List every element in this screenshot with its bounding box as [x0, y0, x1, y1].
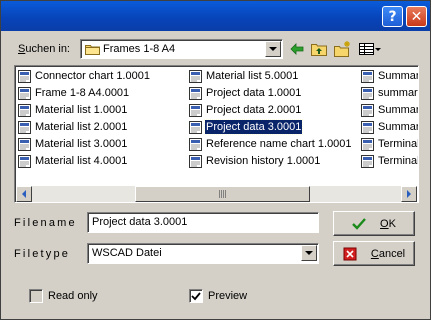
document-icon — [18, 86, 31, 100]
file-list-item[interactable]: summary — [361, 85, 419, 101]
filename-input[interactable]: Project data 3.0001 — [87, 212, 319, 233]
chevron-right-icon — [407, 190, 411, 198]
file-name: Material list 4.0001 — [35, 155, 128, 167]
file-name: Revision history 1.0001 — [206, 155, 321, 167]
file-name: Terminal — [378, 155, 419, 167]
document-icon — [189, 137, 202, 151]
document-icon — [189, 103, 202, 117]
view-menu-icon — [359, 43, 381, 55]
file-list-item[interactable]: Summary — [361, 119, 418, 135]
document-icon — [361, 69, 374, 83]
file-list-item[interactable]: Material list 4.0001 — [18, 153, 128, 169]
up-folder-button[interactable] — [309, 39, 329, 59]
scroll-thumb[interactable] — [135, 186, 310, 202]
file-name: Summary — [378, 70, 418, 82]
file-list-item[interactable]: Material list 2.0001 — [18, 119, 128, 135]
scroll-left-button[interactable] — [16, 186, 32, 202]
file-list-item[interactable]: Material list 3.0001 — [18, 136, 128, 152]
filename-label: Filename — [14, 217, 77, 229]
file-name: Material list 1.0001 — [35, 104, 128, 116]
title-bar: ? ✕ — [1, 1, 430, 31]
document-icon — [189, 120, 202, 134]
ok-button[interactable]: OK — [333, 211, 415, 236]
filetype-label: Filetype — [14, 248, 71, 260]
preview-label: Preview — [208, 290, 248, 302]
document-icon — [361, 86, 374, 100]
document-icon — [18, 120, 31, 134]
file-list-item[interactable]: Connector chart 1.0001 — [18, 68, 151, 84]
file-name: Material list 5.0001 — [206, 70, 299, 82]
new-folder-button[interactable] — [333, 39, 353, 59]
file-list-item[interactable]: Frame 1-8 A4.0001 — [18, 85, 130, 101]
document-icon — [361, 137, 374, 151]
file-name: Project data 1.0001 — [206, 87, 302, 99]
file-list-item[interactable]: Terminal — [361, 153, 419, 169]
close-button[interactable]: ✕ — [406, 6, 427, 27]
help-icon: ? — [388, 8, 397, 25]
file-name: Connector chart 1.0001 — [35, 70, 150, 82]
chevron-down-icon[interactable] — [301, 245, 317, 261]
cancel-label: Cancel — [370, 247, 406, 260]
file-list-item[interactable]: Material list 1.0001 — [18, 102, 128, 118]
file-list-item[interactable]: Reference name chart 1.0001 — [189, 136, 353, 152]
file-list[interactable]: Connector chart 1.0001 Frame 1-8 A4.0001 M… — [14, 65, 419, 203]
file-list-item[interactable]: Summary — [361, 68, 418, 84]
file-list-item[interactable]: Revision history 1.0001 — [189, 153, 321, 169]
document-icon — [18, 69, 31, 83]
file-name: Reference name chart 1.0001 — [206, 138, 352, 150]
file-name: Material list 3.0001 — [35, 138, 128, 150]
chevron-down-icon[interactable] — [265, 41, 281, 57]
ok-label: OK — [380, 217, 396, 230]
filetype-dropdown[interactable]: WSCAD Datei — [87, 243, 319, 264]
file-name: Project data 3.0001 — [203, 119, 304, 135]
back-arrow-icon — [290, 43, 304, 55]
file-list-item[interactable]: Terminal — [361, 136, 419, 152]
document-icon — [18, 154, 31, 168]
read-only-label: Read only — [48, 290, 98, 302]
cancel-button[interactable]: Cancel — [333, 241, 415, 266]
document-icon — [189, 86, 202, 100]
horizontal-scrollbar[interactable] — [16, 186, 417, 202]
document-icon — [189, 69, 202, 83]
cancel-icon — [343, 247, 357, 260]
file-list-item[interactable]: Project data 3.0001 — [189, 119, 304, 135]
file-name: Terminal — [378, 138, 419, 150]
help-button[interactable]: ? — [382, 6, 403, 27]
document-icon — [18, 103, 31, 117]
file-name: Summary — [378, 104, 418, 116]
grip-icon — [218, 190, 227, 198]
read-only-checkbox[interactable] — [29, 289, 43, 303]
look-in-value: Frames 1-8 A4 — [103, 43, 176, 55]
folder-icon — [85, 45, 100, 55]
file-list-item[interactable]: Project data 1.0001 — [189, 85, 302, 101]
file-list-item[interactable]: Material list 5.0001 — [189, 68, 299, 84]
document-icon — [361, 103, 374, 117]
close-icon: ✕ — [410, 8, 423, 25]
file-name: Summary — [378, 121, 418, 133]
preview-checkbox[interactable] — [189, 289, 203, 303]
open-file-dialog: ? ✕ Suchen in: Frames 1-8 A4 Connector c… — [0, 0, 431, 320]
file-list-item[interactable]: Project data 2.0001 — [189, 102, 302, 118]
document-icon — [361, 120, 374, 134]
file-name: summary — [378, 87, 419, 99]
look-in-label: Suchen in: — [18, 43, 70, 55]
up-folder-icon — [311, 44, 327, 56]
file-name: Project data 2.0001 — [206, 104, 302, 116]
document-icon — [361, 154, 374, 168]
checkmark-icon — [191, 292, 201, 301]
scroll-right-button[interactable] — [401, 186, 417, 202]
document-icon — [189, 154, 202, 168]
view-menu-button[interactable] — [357, 39, 383, 59]
file-name: Frame 1-8 A4.0001 — [35, 87, 130, 99]
file-list-item[interactable]: Summary — [361, 102, 418, 118]
look-in-dropdown[interactable]: Frames 1-8 A4 — [80, 39, 283, 59]
document-icon — [18, 137, 31, 151]
new-folder-icon — [334, 41, 350, 57]
filetype-value: WSCAD Datei — [92, 247, 162, 259]
back-button[interactable] — [287, 39, 307, 59]
chevron-left-icon — [22, 190, 26, 198]
file-name: Material list 2.0001 — [35, 121, 128, 133]
checkmark-icon — [352, 217, 366, 230]
